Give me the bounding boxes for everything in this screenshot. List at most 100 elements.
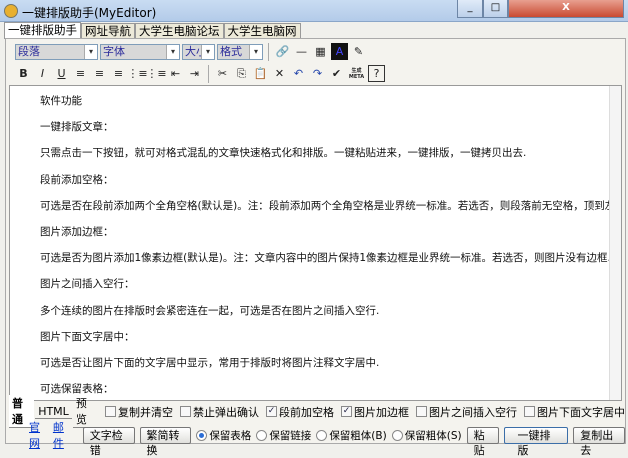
radio-keep-table[interactable]: 保留表格	[196, 428, 251, 443]
radio[interactable]	[391, 429, 403, 441]
table-icon[interactable]: ▦	[312, 43, 329, 60]
radio-label: 保留表格	[209, 429, 252, 442]
separator	[208, 64, 209, 83]
horizontal-rule-icon[interactable]: —	[293, 43, 310, 60]
paragraph-select[interactable]: 段落 ▾	[15, 43, 98, 60]
ordered-list-icon[interactable]: ⋮≡	[127, 65, 147, 82]
radio[interactable]	[316, 429, 328, 441]
paste-icon[interactable]: 📋	[252, 65, 269, 82]
opt-copy-clear[interactable]: 复制并清空	[105, 404, 173, 420]
delete-icon[interactable]: ✕	[271, 65, 288, 82]
one-click-format-button[interactable]: 一键排版	[504, 426, 569, 457]
underline-icon[interactable]: U	[53, 65, 70, 82]
radio-label: 保留粗体(B)	[329, 429, 387, 442]
redo-icon[interactable]: ↷	[309, 65, 326, 82]
option-label: 段前加空格	[279, 405, 334, 419]
website-link[interactable]: 官网	[29, 419, 48, 451]
content-line: 多个连续的图片在排版时会紧密连在一起，可选是否在图片之间插入空行.	[40, 304, 380, 317]
chevron-down-icon: ▾	[249, 44, 262, 59]
size-select[interactable]: 大小 ▾	[182, 43, 215, 60]
chevron-down-icon: ▾	[201, 44, 214, 59]
radio[interactable]	[256, 429, 268, 441]
bold-icon[interactable]: B	[15, 65, 32, 82]
radio-keep-bold-s[interactable]: 保留粗体(S)	[391, 428, 462, 443]
checkbox-checked[interactable]: ✓	[266, 406, 277, 417]
help-icon[interactable]: ?	[368, 65, 385, 82]
content-line: 一键排版文章：	[40, 121, 114, 134]
content-line: 软件功能	[40, 95, 82, 107]
opt-no-confirm[interactable]: 禁止弹出确认	[180, 404, 259, 420]
radio-keep-link[interactable]: 保留链接	[256, 428, 311, 443]
opt-para-space[interactable]: ✓ 段前加空格	[266, 404, 334, 420]
copy-icon[interactable]: ⎘	[233, 65, 250, 82]
option-label: 图片之间插入空行	[429, 405, 517, 419]
bottom-bar: 官网 邮件 文字检错 繁简转换 保留表格 保留链接 保留粗体(B) 保留粗体(S…	[9, 421, 625, 457]
generate-meta-icon[interactable]: 生成META	[347, 65, 366, 82]
tab-website[interactable]: 大学生电脑网	[223, 23, 301, 39]
highlight-icon[interactable]: ✎	[350, 43, 367, 60]
paste-button[interactable]: 粘贴	[466, 426, 500, 457]
tab-forum[interactable]: 大学生电脑论坛	[135, 23, 224, 39]
indent-icon[interactable]: ⇥	[186, 65, 203, 82]
content-line: 图片之间插入空行：	[40, 278, 135, 291]
content-line: 图片下面文字居中：	[40, 330, 135, 343]
close-button[interactable]: X	[508, 0, 624, 18]
align-right-icon[interactable]: ≡	[110, 65, 127, 82]
checkbox[interactable]	[180, 406, 191, 417]
tab-url-nav[interactable]: 网址导航	[81, 23, 135, 39]
content-line: 可选是否在段前添加两个全角空格(默认是)。注：段前添加两个全角空格是业界统一标准…	[40, 199, 622, 212]
maximize-button[interactable]: □	[483, 0, 508, 18]
radio-selected[interactable]	[196, 429, 208, 441]
checkbox-checked[interactable]: ✓	[341, 406, 352, 417]
chevron-down-icon: ▾	[84, 44, 97, 59]
content-line: 图片添加边框：	[40, 225, 114, 238]
editor-content[interactable]: 软件功能 一键排版文章： 只需点击一下按钮，就可对格式混乱的文章快速格式化和排版…	[9, 85, 622, 401]
copy-out-button[interactable]: 复制出去	[573, 426, 625, 457]
edit-icon[interactable]: ✔	[328, 65, 345, 82]
radio-label: 保留链接	[269, 429, 312, 442]
cut-icon[interactable]: ✂	[214, 65, 231, 82]
align-center-icon[interactable]: ≡	[91, 65, 108, 82]
radio-keep-bold-b[interactable]: 保留粗体(B)	[316, 428, 387, 443]
tab-formatter[interactable]: 一键排版助手	[4, 22, 81, 39]
paragraph-label: 段落	[18, 44, 40, 58]
content-line: 可选是否为图片添加1像素边框(默认是)。注：文章内容中的图片保持1像素边框是业界…	[40, 252, 611, 265]
main-tabs: 一键排版助手 网址导航 大学生电脑论坛 大学生电脑网	[4, 22, 301, 39]
convert-button[interactable]: 繁简转换	[139, 426, 192, 457]
italic-icon[interactable]: I	[34, 65, 51, 82]
toolbar-row-2: B I U ≡ ≡ ≡ ⋮≡ ⋮≡ ⇤ ⇥ ✂ ⎘ 📋 ✕ ↶ ↷ ✔ 生成ME…	[9, 63, 385, 84]
unordered-list-icon[interactable]: ⋮≡	[146, 65, 166, 82]
outdent-icon[interactable]: ⇤	[167, 65, 184, 82]
separator	[268, 42, 269, 61]
option-label: 图片加边框	[354, 405, 409, 419]
link-icon[interactable]: 🔗	[274, 43, 291, 60]
app-icon	[4, 4, 18, 18]
option-label: 图片下面文字居中	[537, 405, 625, 419]
font-select[interactable]: 字体 ▾	[100, 43, 180, 60]
vertical-scrollbar[interactable]	[609, 86, 621, 400]
radio-label: 保留粗体(S)	[404, 429, 462, 442]
tab-preview[interactable]: 预览	[72, 395, 98, 428]
mail-link[interactable]: 邮件	[53, 419, 72, 451]
option-label: 复制并清空	[118, 405, 173, 419]
format-select[interactable]: 格式 ▾	[217, 43, 263, 60]
spellcheck-button[interactable]: 文字检错	[82, 426, 135, 457]
checkbox[interactable]	[105, 406, 116, 417]
minimize-button[interactable]: _	[457, 0, 483, 18]
tab-html[interactable]: HTML	[35, 405, 72, 419]
undo-icon[interactable]: ↶	[290, 65, 307, 82]
option-label: 禁止弹出确认	[193, 405, 259, 419]
title-bar: 一键排版助手(MyEditor) _ □ X	[0, 0, 628, 22]
opt-img-blank-line[interactable]: 图片之间插入空行	[416, 404, 517, 420]
editor-panel: 段落 ▾ 字体 ▾ 大小 ▾ 格式 ▾ 🔗 — ▦ A ✎ B I U ≡ ≡ ≡ ⋮≡…	[5, 38, 626, 457]
opt-img-border[interactable]: ✓ 图片加边框	[341, 404, 409, 420]
font-color-icon[interactable]: A	[331, 43, 348, 60]
checkbox[interactable]	[524, 406, 535, 417]
content-line: 可选保留表格：	[40, 383, 114, 396]
checkbox[interactable]	[416, 406, 427, 417]
opt-img-caption-center[interactable]: 图片下面文字居中	[524, 404, 625, 420]
chevron-down-icon: ▾	[166, 44, 179, 59]
content-line: 段前添加空格：	[40, 173, 114, 186]
window-title: 一键排版助手(MyEditor)	[22, 6, 157, 20]
align-left-icon[interactable]: ≡	[72, 65, 89, 82]
